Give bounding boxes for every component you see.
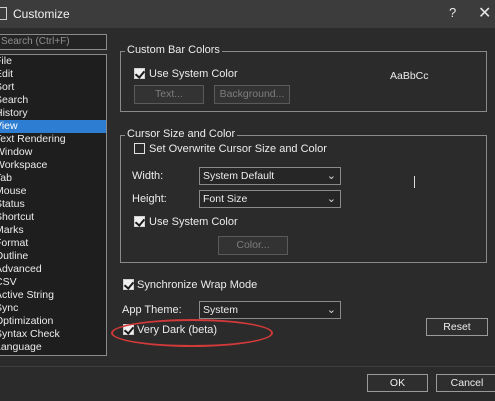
reset-button[interactable]: Reset [426,318,488,336]
sample-text: AaBbCc [390,70,429,82]
sidebar-item[interactable]: Sort [0,81,106,94]
sidebar-item[interactable]: Text Rendering [0,133,106,146]
title-bar: Customize ? ✕ [0,0,495,28]
window-title: Customize [13,7,70,21]
app-theme-value: System [203,304,239,316]
cursor-preview [414,176,415,188]
app-icon [0,7,7,20]
sidebar-item[interactable]: File [0,55,106,68]
app-theme-label: App Theme: [122,304,182,316]
ok-button[interactable]: OK [367,374,428,392]
sidebar-item[interactable]: Active String [0,289,106,302]
cursor-color-button[interactable]: Color... [218,236,288,255]
group-title-custom-bar-colors: Custom Bar Colors [125,44,222,56]
chevron-down-icon: ⌄ [326,304,336,316]
height-label: Height: [132,193,167,205]
sidebar-item[interactable]: Language [0,341,106,354]
sidebar-item[interactable]: Workspace [0,159,106,172]
height-select[interactable]: Font Size ⌄ [199,190,341,208]
annotation-ellipse [111,319,273,347]
sidebar-item[interactable]: Optimization [0,315,106,328]
app-theme-select[interactable]: System ⌄ [199,301,341,319]
sidebar-item[interactable]: Syntax Check [0,328,106,341]
bar-use-system-color-checkbox[interactable] [134,68,145,79]
background-color-button[interactable]: Background... [214,85,290,104]
sidebar-item[interactable]: Advanced [0,263,106,276]
chevron-down-icon: ⌄ [326,193,336,205]
sidebar-item[interactable]: Sync [0,302,106,315]
chevron-down-icon: ⌄ [326,170,336,182]
width-select[interactable]: System Default ⌄ [199,167,341,185]
width-label: Width: [132,170,164,182]
sidebar-item[interactable]: Marks [0,224,106,237]
cursor-use-system-color-checkbox[interactable] [134,216,145,227]
sidebar-item[interactable]: Mouse [0,185,106,198]
category-list[interactable]: FileEditSortSearchHistoryViewText Render… [0,54,107,356]
close-button[interactable]: ✕ [478,3,491,23]
sidebar-item[interactable]: Format [0,237,106,250]
sidebar-item[interactable]: Outline [0,250,106,263]
search-input[interactable]: Search (Ctrl+F) [0,34,107,50]
sidebar-item[interactable]: Status [0,198,106,211]
sidebar-item[interactable]: History [0,107,106,120]
help-button[interactable]: ? [449,5,456,20]
width-select-value: System Default [203,170,275,182]
sidebar-item[interactable]: CSV [0,276,106,289]
text-color-button[interactable]: Text... [134,85,204,104]
group-title-cursor: Cursor Size and Color [125,128,238,140]
cancel-button[interactable]: Cancel [436,374,495,392]
cursor-use-system-color-label[interactable]: Use System Color [149,216,238,228]
height-select-value: Font Size [203,193,248,205]
sidebar-item[interactable]: Window [0,146,106,159]
sync-wrap-checkbox[interactable] [123,279,134,290]
sync-wrap-label[interactable]: Synchronize Wrap Mode [137,279,257,291]
sidebar-item[interactable]: Edit [0,68,106,81]
sidebar-item[interactable]: Search [0,94,106,107]
overwrite-cursor-label[interactable]: Set Overwrite Cursor Size and Color [149,143,327,155]
sidebar-item[interactable]: View [0,120,106,133]
sidebar-item[interactable]: Shortcut [0,211,106,224]
bar-use-system-color-label[interactable]: Use System Color [149,68,238,80]
overwrite-cursor-checkbox[interactable] [134,143,145,154]
sidebar-item[interactable]: Tab [0,172,106,185]
